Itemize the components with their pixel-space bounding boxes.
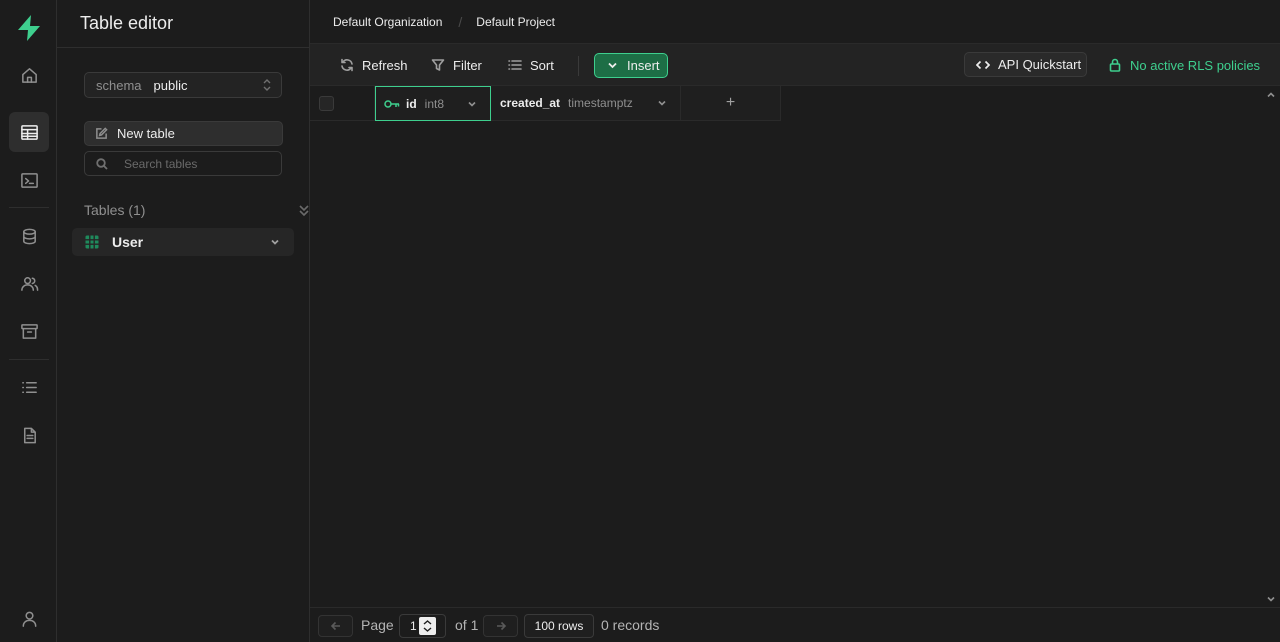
grid-header: id int8 created_at timestamptz + <box>310 86 781 121</box>
breadcrumb-organization[interactable]: Default Organization <box>333 15 442 29</box>
chevron-down-icon <box>608 62 617 69</box>
refresh-button[interactable]: Refresh <box>340 54 408 76</box>
refresh-icon <box>341 58 353 72</box>
records-count: 0 records <box>601 617 660 633</box>
lock-icon <box>1109 58 1121 72</box>
page-count-label: of 1 <box>455 617 479 633</box>
column-type: int8 <box>424 96 445 111</box>
search-tables-input[interactable] <box>124 156 274 171</box>
rows-per-page-button[interactable]: 100 rows <box>524 614 594 638</box>
user-account-icon[interactable] <box>9 598 49 638</box>
page-number-input[interactable]: 1 <box>399 614 446 638</box>
schema-label: schema <box>96 77 142 93</box>
schema-select[interactable]: schema public <box>84 72 282 98</box>
scroll-up-icon[interactable] <box>1266 90 1276 100</box>
sql-editor-icon[interactable] <box>9 160 49 200</box>
supabase-logo-icon[interactable] <box>14 13 44 43</box>
schema-value: public <box>153 77 188 93</box>
column-name: created_at <box>500 96 561 110</box>
new-table-button[interactable]: New table <box>84 121 283 146</box>
filter-icon <box>431 59 445 71</box>
rls-policies-label: No active RLS policies <box>1130 57 1261 73</box>
chevron-down-icon[interactable] <box>467 99 477 109</box>
sort-button[interactable]: Sort <box>508 54 554 76</box>
filter-button[interactable]: Filter <box>431 54 482 76</box>
breadcrumb-project[interactable]: Default Project <box>476 15 555 29</box>
docs-icon[interactable] <box>9 415 49 455</box>
stepper-icon <box>423 620 432 632</box>
breadcrumb: Default Organization / Default Project <box>310 0 1280 44</box>
page-stepper[interactable] <box>419 617 436 635</box>
sort-label: Sort <box>530 57 554 73</box>
column-type: timestamptz <box>568 96 633 110</box>
sort-icon <box>508 60 522 70</box>
refresh-label: Refresh <box>362 57 408 73</box>
breadcrumb-separator: / <box>458 13 463 30</box>
icon-rail <box>0 0 57 642</box>
collapse-all-icon[interactable] <box>297 203 311 217</box>
api-quickstart-button[interactable]: API Quickstart <box>964 52 1087 77</box>
home-icon[interactable] <box>9 55 49 95</box>
api-quickstart-label: API Quickstart <box>998 57 1082 72</box>
insert-button[interactable]: Insert <box>594 53 668 78</box>
column-name: id <box>406 96 417 111</box>
storage-icon[interactable] <box>9 311 49 351</box>
panel-title: Table editor <box>57 0 309 48</box>
new-table-label: New table <box>117 126 175 141</box>
tables-heading: Tables (1) <box>84 202 146 218</box>
grid-toolbar: Refresh Filter Sort Insert API Quickstar… <box>310 44 1280 86</box>
column-header-created-at[interactable]: created_at timestamptz <box>491 86 681 121</box>
search-tables-field[interactable] <box>84 151 282 176</box>
table-editor-panel: Table editor schema public New table Tab… <box>57 0 338 642</box>
table-icon <box>85 235 99 249</box>
table-item-user[interactable]: User <box>72 228 294 256</box>
table-editor-icon[interactable] <box>9 112 49 152</box>
users-icon[interactable] <box>9 263 49 303</box>
page-label: Page <box>361 617 394 633</box>
code-icon <box>976 60 990 69</box>
primary-key-icon <box>384 99 400 108</box>
previous-page-button[interactable] <box>318 615 353 637</box>
chevron-down-icon[interactable] <box>269 236 281 248</box>
page-number-value: 1 <box>410 619 417 633</box>
chevron-up-down-icon <box>263 79 271 91</box>
tables-heading-row: Tables (1) <box>84 201 338 219</box>
pagination-footer: Page 1 of 1 100 rows 0 records <box>310 607 1280 642</box>
rls-policies-link[interactable]: No active RLS policies <box>1108 55 1260 75</box>
search-icon <box>96 157 108 170</box>
database-icon[interactable] <box>9 216 49 256</box>
next-page-button[interactable] <box>483 615 518 637</box>
column-header-id[interactable]: id int8 <box>375 86 491 121</box>
logs-list-icon[interactable] <box>9 367 49 407</box>
table-item-label: User <box>112 234 144 250</box>
select-all-cell <box>310 86 375 121</box>
edit-icon <box>96 127 108 139</box>
select-all-checkbox[interactable] <box>319 96 334 111</box>
app: Table editor schema public New table Tab… <box>0 0 1280 642</box>
toolbar-divider <box>578 56 579 76</box>
filter-label: Filter <box>453 57 482 73</box>
scroll-down-icon[interactable] <box>1266 594 1276 604</box>
add-column-button[interactable]: + <box>681 86 781 121</box>
insert-label: Insert <box>627 58 660 73</box>
arrow-right-icon <box>496 621 506 631</box>
chevron-down-icon[interactable] <box>657 98 667 108</box>
main-area: Default Organization / Default Project R… <box>310 0 1280 642</box>
arrow-left-icon <box>330 621 340 631</box>
